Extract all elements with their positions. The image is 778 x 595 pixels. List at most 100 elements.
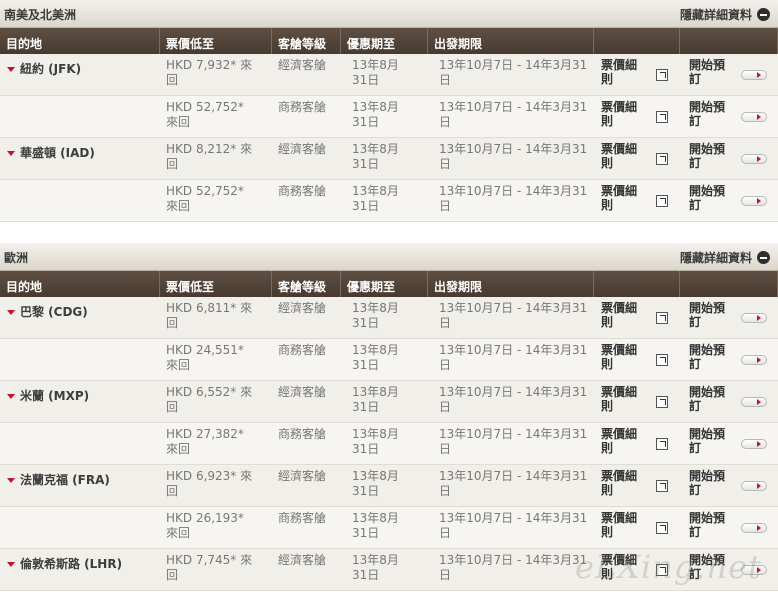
fare-details-link[interactable]: 票價細則: [601, 511, 645, 539]
minus-circle-icon: [757, 251, 770, 264]
destination-name: 巴黎 (CDG): [20, 305, 88, 319]
book-now-arrow-button[interactable]: [741, 523, 767, 533]
book-now-link[interactable]: 開始預訂: [689, 100, 733, 128]
book-now-link[interactable]: 開始預訂: [689, 469, 733, 497]
book-now-arrow-button[interactable]: [741, 397, 767, 407]
book-now-arrow-button[interactable]: [741, 313, 767, 323]
external-link-icon[interactable]: [656, 69, 668, 81]
offer-until: 13年8月31日: [352, 427, 399, 456]
travel-period: 13年10月7日 - 14年3月31日: [439, 385, 588, 414]
destination-cell[interactable]: 倫敦希斯路 (LHR): [7, 557, 122, 572]
fare-price: HKD 7,745* 來回: [166, 553, 253, 582]
row-divider: [0, 221, 778, 222]
column-header-offer-until: 優惠期至: [341, 28, 428, 55]
destination-cell[interactable]: 紐約 (JFK): [7, 62, 81, 77]
column-header-empty: [680, 28, 778, 55]
column-header-cabin: 客艙等級: [272, 28, 341, 55]
travel-period: 13年10月7日 - 14年3月31日: [439, 553, 588, 582]
book-now-link[interactable]: 開始預訂: [689, 511, 733, 539]
fare-details-link[interactable]: 票價細則: [601, 142, 645, 170]
offer-until: 13年8月31日: [352, 100, 399, 129]
fare-details-link[interactable]: 票價細則: [601, 343, 645, 371]
column-header-fare-from: 票價低至: [160, 271, 272, 298]
fare-row: HKD 26,193* 來回 商務客艙 13年8月31日 13年10月7日 - 14年…: [0, 507, 778, 549]
fare-row: 華盛頓 (IAD) HKD 8,212* 來回 經濟客艙 13年8月31日 13年10月…: [0, 138, 778, 180]
cabin-class: 經濟客艙: [278, 142, 327, 156]
fare-price: HKD 8,212* 來回: [166, 142, 253, 171]
destination-cell[interactable]: 法蘭克福 (FRA): [7, 473, 110, 488]
offer-until: 13年8月31日: [352, 511, 399, 540]
column-header-fare-from: 票價低至: [160, 28, 272, 55]
book-now-link[interactable]: 開始預訂: [689, 385, 733, 413]
column-header-empty: [594, 28, 680, 55]
fare-price: HKD 24,551* 來回: [166, 343, 244, 372]
destination-cell[interactable]: 巴黎 (CDG): [7, 305, 88, 320]
external-link-icon[interactable]: [656, 522, 668, 534]
external-link-icon[interactable]: [656, 438, 668, 450]
travel-period: 13年10月7日 - 14年3月31日: [439, 100, 588, 129]
fare-row: 法蘭克福 (FRA) HKD 6,923* 來回 經濟客艙 13年8月31日 13年10…: [0, 465, 778, 507]
travel-period: 13年10月7日 - 14年3月31日: [439, 184, 588, 213]
section-header-bar: 南美及北美洲 隱藏詳細資料: [0, 0, 778, 28]
fare-details-link[interactable]: 票價細則: [601, 184, 645, 212]
travel-period: 13年10月7日 - 14年3月31日: [439, 469, 588, 498]
external-link-icon[interactable]: [656, 480, 668, 492]
book-now-link[interactable]: 開始預訂: [689, 301, 733, 329]
book-now-link[interactable]: 開始預訂: [689, 427, 733, 455]
destination-cell[interactable]: 華盛頓 (IAD): [7, 146, 95, 161]
book-now-arrow-button[interactable]: [741, 481, 767, 491]
book-now-link[interactable]: 開始預訂: [689, 184, 733, 212]
book-now-link[interactable]: 開始預訂: [689, 58, 733, 86]
column-header-offer-until: 優惠期至: [341, 271, 428, 298]
fare-price: HKD 27,382* 來回: [166, 427, 244, 456]
destination-name: 法蘭克福 (FRA): [20, 473, 110, 487]
fare-details-link[interactable]: 票價細則: [601, 58, 645, 86]
cabin-class: 經濟客艙: [278, 553, 327, 567]
external-link-icon[interactable]: [656, 195, 668, 207]
hide-details-toggle[interactable]: 隱藏詳細資料: [680, 6, 770, 23]
fare-details-link[interactable]: 票價細則: [601, 469, 645, 497]
book-now-arrow-button[interactable]: [741, 154, 767, 164]
fare-section: 歐洲 隱藏詳細資料 目的地 票價低至 客艙等級 優惠期至 出發期限巴黎 (CDG) HKD 6…: [0, 243, 778, 591]
book-now-link[interactable]: 開始預訂: [689, 142, 733, 170]
fare-price: HKD 26,193* 來回: [166, 511, 244, 540]
destination-cell[interactable]: 米蘭 (MXP): [7, 389, 89, 404]
table-header: 目的地 票價低至 客艙等級 優惠期至 出發期限: [0, 271, 778, 298]
offer-until: 13年8月31日: [352, 58, 399, 87]
destination-name: 倫敦希斯路 (LHR): [20, 557, 123, 571]
offer-until: 13年8月31日: [352, 343, 399, 372]
hide-details-label: 隱藏詳細資料: [679, 8, 752, 22]
cabin-class: 經濟客艙: [278, 385, 327, 399]
external-link-icon[interactable]: [656, 354, 668, 366]
cabin-class: 商務客艙: [278, 100, 327, 114]
hide-details-toggle[interactable]: 隱藏詳細資料: [680, 249, 770, 266]
travel-period: 13年10月7日 - 14年3月31日: [439, 301, 588, 330]
red-triangle-down-icon: [7, 310, 15, 315]
watermark: eLXing.net: [575, 548, 762, 586]
fare-details-link[interactable]: 票價細則: [601, 427, 645, 455]
book-now-arrow-button[interactable]: [741, 439, 767, 449]
fare-row: 紐約 (JFK) HKD 7,932* 來回 經濟客艙 13年8月31日 13年10月7…: [0, 54, 778, 96]
fare-details-link[interactable]: 票價細則: [601, 385, 645, 413]
book-now-arrow-button[interactable]: [741, 112, 767, 122]
external-link-icon[interactable]: [656, 312, 668, 324]
fare-row: HKD 52,752* 來回 商務客艙 13年8月31日 13年10月7日 - 14年…: [0, 96, 778, 138]
minus-circle-icon: [757, 8, 770, 21]
cabin-class: 商務客艙: [278, 511, 327, 525]
book-now-arrow-button[interactable]: [741, 196, 767, 206]
section-header-bar: 歐洲 隱藏詳細資料: [0, 243, 778, 271]
book-now-arrow-button[interactable]: [741, 70, 767, 80]
cabin-class: 商務客艙: [278, 427, 327, 441]
red-triangle-down-icon: [7, 394, 15, 399]
book-now-arrow-button[interactable]: [741, 355, 767, 365]
external-link-icon[interactable]: [656, 153, 668, 165]
cabin-class: 商務客艙: [278, 343, 327, 357]
book-now-link[interactable]: 開始預訂: [689, 343, 733, 371]
fare-price: HKD 52,752* 來回: [166, 184, 244, 213]
fare-details-link[interactable]: 票價細則: [601, 100, 645, 128]
external-link-icon[interactable]: [656, 396, 668, 408]
red-triangle-down-icon: [7, 478, 15, 483]
fare-price: HKD 6,811* 來回: [166, 301, 253, 330]
external-link-icon[interactable]: [656, 111, 668, 123]
fare-details-link[interactable]: 票價細則: [601, 301, 645, 329]
